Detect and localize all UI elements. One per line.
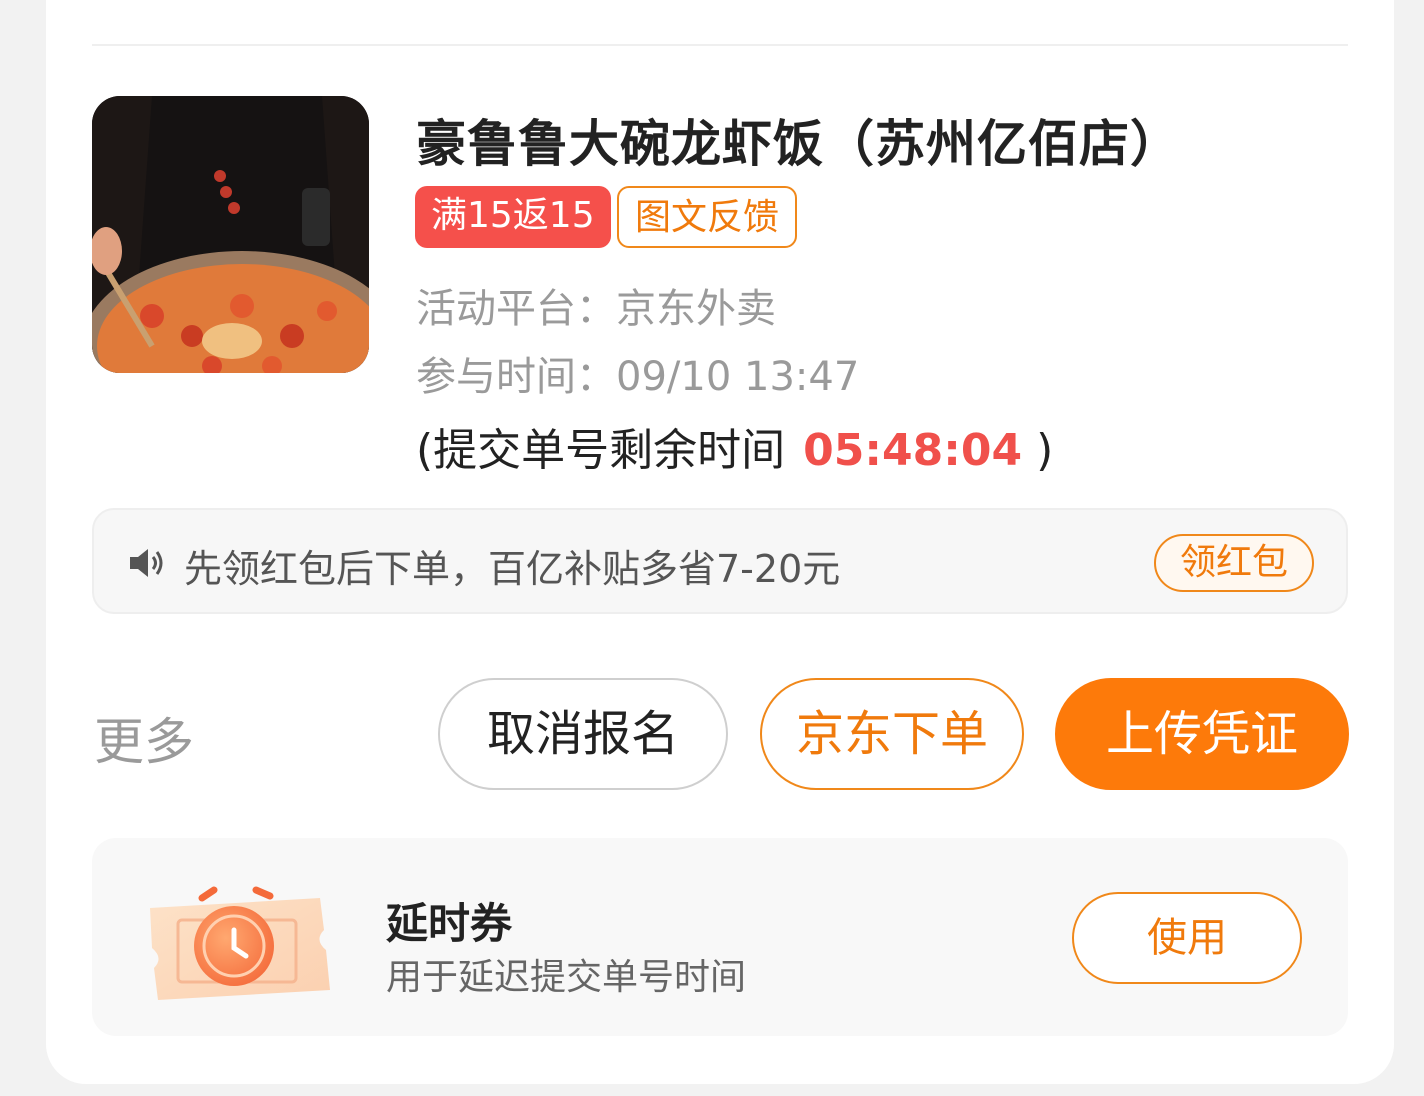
promo-notice-bar: 先领红包后下单，百亿补贴多省7-20元 领红包 (92, 508, 1348, 614)
countdown-suffix: ) (1036, 425, 1054, 476)
more-button[interactable]: 更多 (94, 702, 194, 774)
order-card: 豪鲁鲁大碗龙虾饭（苏州亿佰店） 满15返15 图文反馈 活动平台：京东外卖 参与… (46, 0, 1394, 1084)
countdown-timer: 05:48:04 (803, 425, 1023, 476)
countdown-prefix: (提交单号剩余时间 (416, 425, 786, 476)
promo-notice-text: 先领红包后下单，百亿补贴多省7-20元 (184, 547, 841, 591)
jd-order-button[interactable]: 京东下单 (760, 678, 1024, 790)
clock-ticket-icon (150, 886, 330, 1000)
coupon-title: 延时券 (386, 899, 513, 948)
platform-label: 活动平台： (416, 286, 616, 332)
top-divider (92, 44, 1348, 46)
join-time-value: 09/10 13:47 (616, 354, 860, 400)
submit-countdown: (提交单号剩余时间 05:48:04) (416, 414, 1053, 478)
coupon-subtitle: 用于延迟提交单号时间 (386, 957, 747, 998)
join-time-label: 参与时间： (416, 354, 616, 400)
delay-coupon-box: 延时券 用于延迟提交单号时间 使用 (92, 838, 1348, 1036)
join-time-row: 参与时间：09/10 13:47 (416, 344, 859, 402)
platform-row: 活动平台：京东外卖 (416, 276, 776, 334)
store-name: 豪鲁鲁大碗龙虾饭（苏州亿佰店） (416, 115, 1181, 173)
speaker-icon (130, 549, 163, 577)
cancel-signup-button[interactable]: 取消报名 (438, 678, 728, 790)
store-thumbnail[interactable] (92, 96, 369, 373)
rebate-tag: 满15返15 (415, 186, 611, 248)
use-coupon-button[interactable]: 使用 (1072, 892, 1302, 984)
feedback-type-tag: 图文反馈 (617, 186, 798, 248)
platform-value: 京东外卖 (616, 286, 776, 332)
upload-proof-button[interactable]: 上传凭证 (1055, 678, 1349, 790)
claim-red-packet-button[interactable]: 领红包 (1154, 534, 1314, 592)
